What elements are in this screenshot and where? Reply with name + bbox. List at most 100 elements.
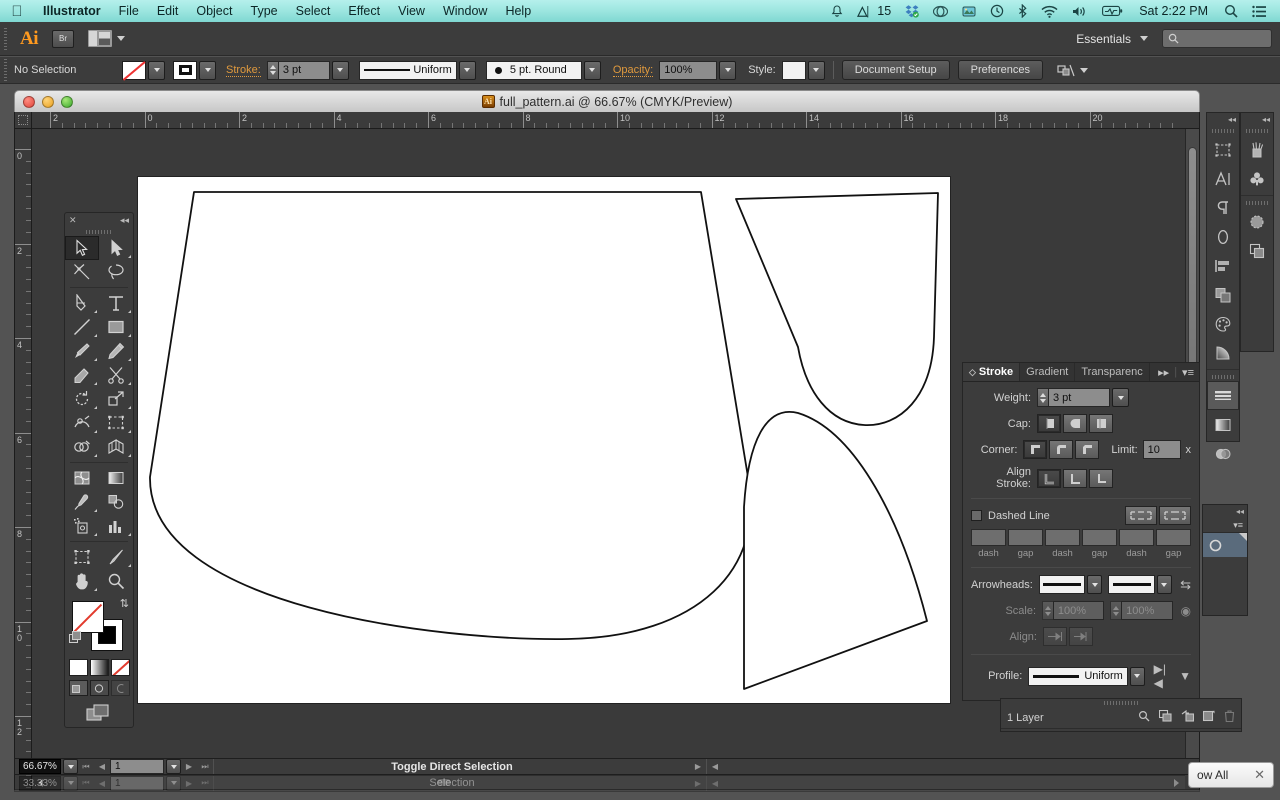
arrow-scale-start-input[interactable]: 100% (1052, 601, 1105, 620)
layers-panel-grip[interactable] (1001, 699, 1241, 707)
magic-wand-tool[interactable] (65, 260, 99, 284)
notification-center-icon[interactable] (1245, 5, 1274, 18)
artboard-tool[interactable] (65, 545, 99, 569)
bevel-join-button[interactable] (1075, 440, 1100, 459)
collapse-to-icons-icon[interactable]: ◂◂ (1241, 113, 1273, 126)
pathfinder-panel-icon[interactable] (1207, 280, 1239, 309)
volume-icon[interactable] (1065, 5, 1095, 18)
color-guide-panel-icon[interactable] (1207, 309, 1239, 338)
menu-window[interactable]: Window (434, 0, 496, 22)
document-title-bar[interactable]: Ai full_pattern.ai @ 66.67% (CMYK/Previe… (14, 90, 1200, 112)
zoom-level-input[interactable]: 66.67% (19, 759, 61, 774)
locate-object-icon[interactable] (1138, 710, 1150, 725)
width-tool[interactable] (65, 411, 99, 435)
column-graph-tool[interactable] (99, 514, 133, 538)
arrowhead-end-dropdown[interactable] (1156, 575, 1173, 594)
bluetooth-icon[interactable] (1011, 4, 1034, 18)
place-arrow-at-end-button[interactable] (1069, 627, 1093, 646)
link-scale-icon[interactable]: ◉ (1181, 604, 1191, 618)
weight-stepper[interactable] (1037, 388, 1048, 407)
menu-view[interactable]: View (389, 0, 434, 22)
opacity-input[interactable]: 100% (659, 60, 718, 80)
scale-tool[interactable] (99, 387, 133, 411)
gap-field-3[interactable] (1156, 529, 1191, 546)
workspace-switcher[interactable]: Essentials (1076, 32, 1135, 46)
dock-grip[interactable] (1241, 198, 1273, 207)
menu-file[interactable]: File (110, 0, 148, 22)
butt-cap-button[interactable] (1037, 414, 1061, 433)
next-page-button[interactable]: ▶ (181, 759, 197, 774)
hand-tool[interactable] (65, 569, 99, 593)
brush-definition-select[interactable]: 5 pt. Round (485, 60, 582, 80)
adobe-app-icon[interactable]: △| (850, 3, 875, 19)
wifi-icon[interactable] (1034, 5, 1065, 18)
fill-color-swatch[interactable] (122, 60, 146, 80)
artwork-vector-shapes[interactable] (138, 177, 950, 703)
menu-effect[interactable]: Effect (339, 0, 389, 22)
create-sublayer-icon[interactable] (1181, 709, 1195, 725)
horizontal-ruler[interactable]: 2 0 2 4 6 8 10 12 14 16 18 20 (15, 112, 1199, 129)
collapse-to-icons-icon[interactable]: ◂◂ (1207, 113, 1239, 126)
dash-field-2[interactable] (1045, 529, 1080, 546)
character-panel-icon[interactable] (1207, 164, 1239, 193)
stroke-panel-icon[interactable] (1207, 381, 1239, 410)
draw-inside-button[interactable] (110, 680, 130, 696)
dashed-line-checkbox[interactable] (971, 510, 982, 521)
miter-join-button[interactable] (1023, 440, 1048, 459)
zoom-level-dropdown[interactable] (63, 759, 78, 774)
dashes-preserve-exact-button[interactable] (1125, 506, 1157, 525)
opacity-dropdown[interactable] (719, 60, 737, 80)
slice-tool[interactable] (99, 545, 133, 569)
draw-normal-button[interactable] (68, 680, 88, 696)
round-cap-button[interactable] (1063, 414, 1087, 433)
scissors-tool[interactable] (99, 363, 133, 387)
show-all-button[interactable]: ow All ✕ (1188, 762, 1274, 788)
default-fill-stroke-icon[interactable] (69, 631, 82, 644)
perspective-grid-tool[interactable] (99, 435, 133, 459)
ruler-origin-corner[interactable] (15, 112, 32, 129)
tab-transparency[interactable]: Transparenc (1075, 363, 1150, 381)
lasso-tool[interactable] (99, 260, 133, 284)
stroke-weight-stepper[interactable] (266, 60, 278, 80)
gradient-panel-icon[interactable] (1207, 410, 1239, 439)
stroke-color-swatch[interactable] (173, 60, 197, 80)
gap-field-2[interactable] (1082, 529, 1117, 546)
brushes-panel-icon[interactable] (1241, 135, 1273, 164)
delete-layer-icon[interactable] (1224, 710, 1235, 725)
gradient-tool[interactable] (99, 466, 133, 490)
control-panel-grip[interactable] (0, 57, 10, 83)
stroke-profile-dropdown[interactable] (458, 60, 476, 80)
paragraph-panel-icon[interactable] (1207, 193, 1239, 222)
symbols-panel-icon[interactable] (1241, 164, 1273, 193)
dropbox-icon[interactable] (898, 4, 926, 18)
dock-grip[interactable] (1207, 372, 1239, 381)
glyphs-panel-icon[interactable] (1207, 222, 1239, 251)
application-bar-grip[interactable] (0, 22, 10, 55)
panel-menu-icon[interactable]: ▾≡ (1182, 366, 1194, 379)
shape-builder-tool[interactable] (65, 435, 99, 459)
menu-type[interactable]: Type (242, 0, 287, 22)
menu-edit[interactable]: Edit (148, 0, 188, 22)
align-panel-icon[interactable] (1207, 251, 1239, 280)
artboards-panel-icon[interactable] (1207, 135, 1239, 164)
go-to-bridge-button[interactable]: Br (52, 29, 74, 48)
weight-input[interactable]: 3 pt (1048, 388, 1110, 407)
none-mode-button[interactable] (110, 659, 130, 676)
tools-panel-grip[interactable] (65, 227, 133, 236)
status-menu-button[interactable]: ▶ (690, 759, 706, 774)
paintbrush-tool[interactable] (65, 339, 99, 363)
align-inside-stroke-button[interactable] (1063, 468, 1087, 488)
symbol-sprayer-tool[interactable] (65, 514, 99, 538)
first-page-button[interactable]: ⏮ (78, 759, 94, 774)
preferences-button[interactable]: Preferences (957, 60, 1043, 80)
dash-field-3[interactable] (1119, 529, 1154, 546)
stroke-weight-input[interactable]: 3 pt (277, 60, 330, 80)
stroke-weight-label[interactable]: Stroke: (226, 64, 261, 77)
profile-dropdown[interactable] (1129, 666, 1145, 686)
line-segment-tool[interactable] (65, 315, 99, 339)
graphic-style-swatch[interactable] (781, 60, 806, 80)
help-search-input[interactable] (1162, 29, 1272, 48)
collapse-icon[interactable]: ◂◂ (120, 215, 129, 226)
gradient-quarter-icon[interactable] (1207, 338, 1239, 367)
align-outside-stroke-button[interactable] (1089, 468, 1113, 488)
